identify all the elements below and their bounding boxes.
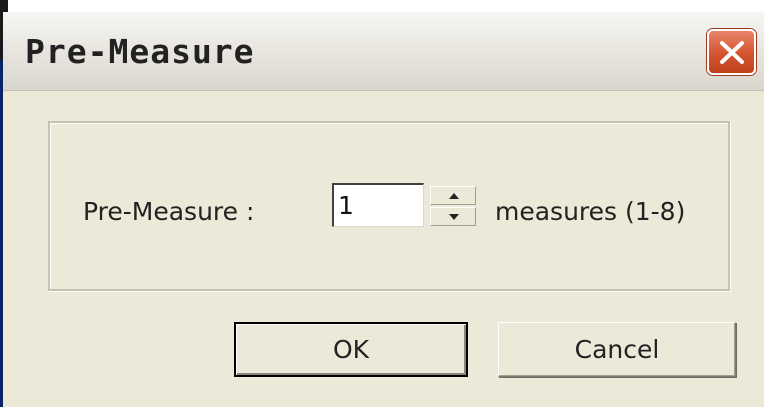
ok-button[interactable]: OK: [234, 322, 468, 377]
arrow-down-icon: [449, 214, 459, 220]
close-icon: [720, 41, 744, 64]
arrow-up-icon: [449, 193, 459, 199]
pre-measure-spinner[interactable]: [430, 186, 476, 226]
title-bar[interactable]: Pre-Measure: [3, 12, 764, 91]
spinner-up-button[interactable]: [430, 186, 476, 205]
cancel-button[interactable]: Cancel: [498, 322, 736, 377]
units-label: measures (1-8): [495, 197, 686, 226]
close-button[interactable]: [707, 29, 756, 75]
pre-measure-label: Pre-Measure :: [83, 197, 255, 226]
spinner-down-button[interactable]: [430, 207, 476, 226]
pre-measure-input[interactable]: [332, 183, 424, 227]
dialog-title: Pre-Measure: [25, 32, 255, 71]
